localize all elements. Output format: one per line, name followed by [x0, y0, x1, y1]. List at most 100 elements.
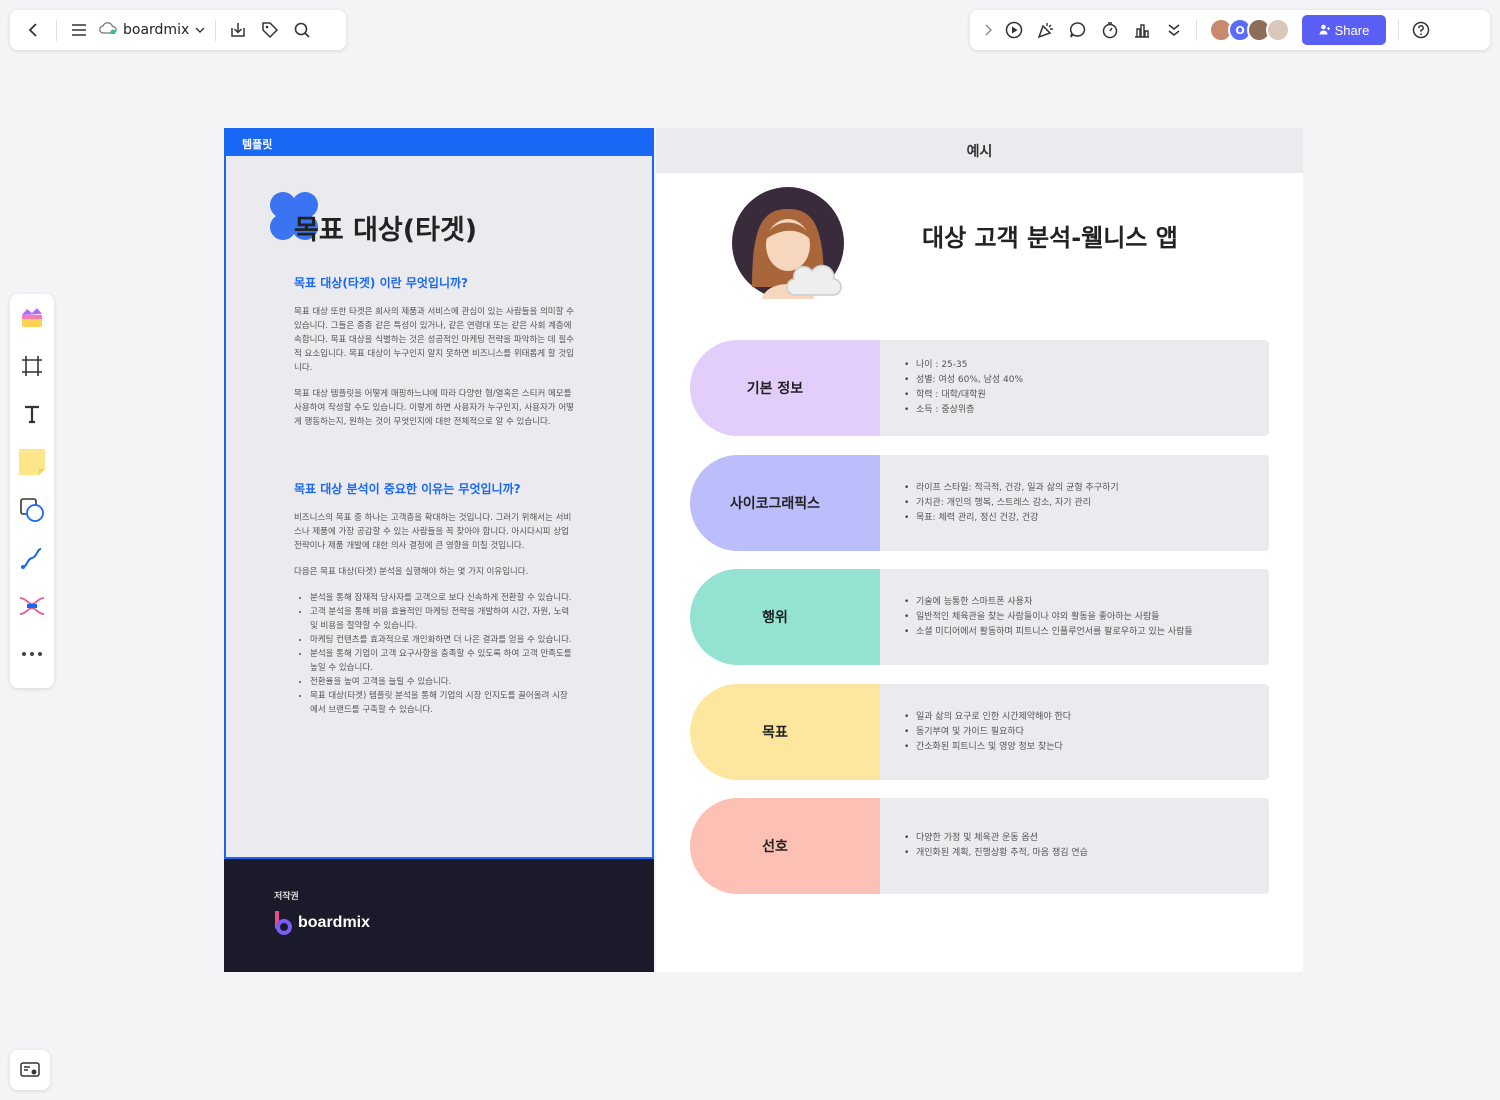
user-add-icon	[1319, 23, 1330, 38]
sticky-note-icon[interactable]	[16, 446, 48, 478]
template-section-1: 목표 대상(타겟) 이란 무엇입니까? 목표 대상 또한 타겟은 회사의 제품과…	[294, 274, 574, 441]
collaborator-avatars[interactable]: O	[1209, 18, 1290, 42]
row-items: 기술에 능통한 스마트폰 사용자 일반적인 체육관을 찾는 사람들이나 야외 활…	[904, 569, 1193, 665]
list-item: 목표: 체력 관리, 정신 건강, 건강	[904, 511, 1119, 526]
help-icon[interactable]	[1405, 14, 1437, 46]
back-icon[interactable]	[18, 14, 50, 46]
section-heading: 목표 대상 분석이 중요한 이유는 무엇입니까?	[294, 482, 521, 496]
chevron-right-icon[interactable]	[978, 14, 998, 46]
board-overview-icon[interactable]	[10, 1050, 50, 1090]
play-presentation-icon[interactable]	[998, 14, 1030, 46]
template-footer: 저작권 boardmix	[224, 859, 654, 972]
row-label: 행위	[762, 610, 788, 626]
template-card[interactable]: 템플릿 목표 대상(타겟) 목표 대상(타겟) 이란 무엇입니까? 목표 대상 …	[224, 128, 654, 972]
template-section-2: 목표 대상 분석이 중요한 이유는 무엇입니까? 비즈니스의 목표 중 하나는 …	[294, 480, 574, 717]
list-item: 분석을 통해 기업이 고객 요구사항을 충족할 수 있도록 하여 고객 만족도를…	[310, 647, 574, 675]
shape-tool-icon[interactable]	[16, 494, 48, 526]
list-item: 목표 대상(타겟) 템플릿 분석을 통해 기업의 시장 인지도를 끌어올려 시장…	[310, 689, 574, 717]
share-label: Share	[1334, 22, 1370, 38]
top-right-toolbar: O Share	[970, 10, 1490, 50]
example-card[interactable]: 예시 대상 고객 분석-웰니스 앱 기본 정보 나이 : 25-35 성별: 여…	[656, 128, 1303, 972]
divider	[56, 19, 57, 41]
example-tag: 예시	[656, 128, 1303, 173]
celebrate-icon[interactable]	[1030, 14, 1062, 46]
row-tab-curve	[862, 340, 880, 436]
list-item: 개인화된 계획, 진행상황 추적, 마음 챙김 연습	[904, 846, 1088, 861]
reasons-list: 분석을 통해 잠재적 당사자를 고객으로 보다 신속하게 전환할 수 있습니다.…	[294, 591, 574, 717]
boardmix-logo: boardmix	[274, 911, 370, 935]
persona-row: 목표 일과 삶의 요구로 인한 시간제약해야 한다 동기부여 및 가이드 필요하…	[690, 684, 1269, 780]
share-button[interactable]: Share	[1302, 15, 1386, 45]
more-tools-icon[interactable]	[16, 638, 48, 670]
example-title: 대상 고객 분석-웰니스 앱	[922, 224, 1178, 252]
list-item: 학력 : 대학/대학원	[904, 388, 1023, 403]
search-icon[interactable]	[286, 14, 318, 46]
persona-avatar	[732, 187, 844, 299]
list-item: 분석을 통해 잠재적 당사자를 고객으로 보다 신속하게 전환할 수 있습니다.	[310, 591, 574, 605]
section-heading: 목표 대상(타겟) 이란 무엇입니까?	[294, 276, 468, 290]
text-tool-icon[interactable]	[16, 398, 48, 430]
persona-row: 사이코그래픽스 라이프 스타일: 적극적, 건강, 일과 삶의 균형 추구하기 …	[690, 455, 1269, 551]
connector-line-icon[interactable]	[16, 542, 48, 574]
list-item: 마케팅 컨텐츠를 효과적으로 개인화하면 더 나은 결과를 얻을 수 있습니다.	[310, 633, 574, 647]
divider	[215, 19, 217, 41]
list-item: 다양한 가정 및 체육관 운동 옵션	[904, 831, 1088, 846]
row-tab-curve	[862, 684, 880, 780]
more-chevrons-icon[interactable]	[1158, 14, 1190, 46]
top-left-toolbar: boardmix	[10, 10, 346, 50]
download-icon[interactable]	[222, 14, 254, 46]
template-title: 목표 대상(타겟)	[294, 215, 478, 246]
board-name-dropdown[interactable]: boardmix	[95, 22, 209, 38]
boardmix-logo-icon	[275, 911, 292, 935]
row-label: 사이코그래픽스	[729, 496, 821, 512]
section-paragraph: 목표 대상 또한 타겟은 회사의 제품과 서비스에 관심이 있는 사람들을 의미…	[294, 307, 574, 373]
row-label: 선호	[762, 839, 788, 855]
persona-row: 선호 다양한 가정 및 체육관 운동 옵션 개인화된 계획, 진행상황 추적, …	[690, 798, 1269, 894]
list-item: 기술에 능통한 스마트폰 사용자	[904, 595, 1193, 610]
template-library-icon[interactable]	[16, 302, 48, 334]
section-paragraph: 비즈니스의 목표 중 하나는 고객층을 확대하는 것입니다. 그러기 위해서는 …	[294, 513, 572, 551]
list-item: 간소화된 피트니스 및 영양 정보 찾는다	[904, 740, 1071, 755]
list-item: 고객 분석을 통해 비용 효율적인 마케팅 전략을 개발하여 시간, 자원, 노…	[310, 605, 574, 633]
copyright-label: 저작권	[274, 892, 299, 902]
vote-icon[interactable]	[1126, 14, 1158, 46]
row-tab-curve	[862, 798, 880, 894]
list-item: 동기부여 및 가이드 필요하다	[904, 725, 1071, 740]
list-item: 일과 삶의 요구로 인한 시간제약해야 한다	[904, 710, 1071, 725]
row-items: 일과 삶의 요구로 인한 시간제약해야 한다 동기부여 및 가이드 필요하다 간…	[904, 684, 1071, 780]
section-paragraph: 목표 대상 템플릿을 어떻게 매핑하느냐에 따라 다양한 형/열혹은 스티커 메…	[294, 389, 574, 427]
list-item: 가치관: 개인의 행복, 스트레스 감소, 자기 관리	[904, 496, 1119, 511]
persona-row: 기본 정보 나이 : 25-35 성별: 여성 60%, 남성 40% 학력 :…	[690, 340, 1269, 436]
list-item: 전환율을 높여 고객을 늘릴 수 있습니다.	[310, 675, 574, 689]
tag-icon[interactable]	[254, 14, 286, 46]
list-item: 나이 : 25-35	[904, 358, 1023, 373]
list-item: 라이프 스타일: 적극적, 건강, 일과 삶의 균형 추구하기	[904, 481, 1119, 496]
list-item: 소득 : 중상위층	[904, 403, 1023, 418]
section-paragraph: 다음은 목표 대상(타겟) 분석을 실행해야 하는 몇 가지 이유입니다.	[294, 567, 529, 577]
row-items: 다양한 가정 및 체육관 운동 옵션 개인화된 계획, 진행상황 추적, 마음 …	[904, 798, 1088, 894]
cloud-sync-icon	[99, 22, 117, 38]
row-tab-curve	[862, 455, 880, 551]
row-label: 기본 정보	[746, 381, 804, 397]
list-item: 소셜 미디어에서 활동하며 피트니스 인플루언서를 팔로우하고 있는 사람들	[904, 625, 1193, 640]
app-name: boardmix	[123, 22, 190, 38]
list-item: 성별: 여성 60%, 남성 40%	[904, 373, 1023, 388]
chevron-down-icon	[195, 22, 205, 38]
row-items: 나이 : 25-35 성별: 여성 60%, 남성 40% 학력 : 대학/대학…	[904, 340, 1023, 436]
row-items: 라이프 스타일: 적극적, 건강, 일과 삶의 균형 추구하기 가치관: 개인의…	[904, 455, 1119, 551]
timer-icon[interactable]	[1094, 14, 1126, 46]
footer-brand: boardmix	[298, 914, 371, 931]
template-tag: 템플릿	[224, 128, 654, 156]
mindmap-icon[interactable]	[16, 590, 48, 622]
menu-icon[interactable]	[63, 14, 95, 46]
frame-icon[interactable]	[16, 350, 48, 382]
divider	[1398, 19, 1399, 41]
persona-row: 행위 기술에 능통한 스마트폰 사용자 일반적인 체육관을 찾는 사람들이나 야…	[690, 569, 1269, 665]
row-label: 목표	[762, 725, 788, 741]
list-item: 일반적인 체육관을 찾는 사람들이나 야외 활동을 좋아하는 사람들	[904, 610, 1193, 625]
avatar[interactable]	[1266, 18, 1290, 42]
left-tool-panel	[10, 294, 54, 688]
comment-icon[interactable]	[1062, 14, 1094, 46]
divider	[1196, 19, 1197, 41]
template-title-block: 목표 대상(타겟)	[268, 190, 568, 246]
